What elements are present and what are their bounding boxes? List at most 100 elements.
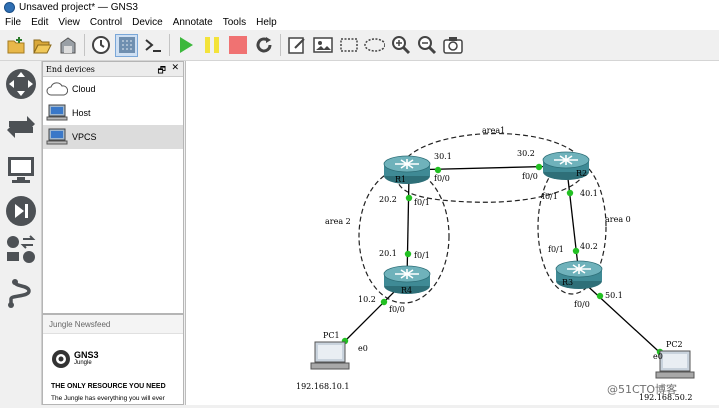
newsfeed-title: Jungle Newsfeed	[43, 315, 183, 334]
end-devices-icon[interactable]	[4, 153, 38, 187]
zoom-in-icon[interactable]	[389, 34, 412, 57]
link-status-dots	[341, 163, 664, 356]
link-dot	[572, 247, 580, 255]
jungle-newsfeed-panel: Jungle Newsfeed GNS3 Jungle THE ONLY RES…	[42, 314, 184, 405]
dock-close-button[interactable]: ✕	[171, 63, 179, 73]
new-project-icon[interactable]	[4, 34, 27, 57]
menu-edit[interactable]: Edit	[26, 17, 53, 28]
pc1-node-label: PC1	[323, 331, 340, 340]
pc1-node[interactable]	[310, 341, 350, 370]
menu-view[interactable]: View	[53, 17, 85, 28]
r1-r2-addr-b: 30.2	[517, 149, 535, 158]
r1-r2-port-b: f0/0	[522, 172, 538, 181]
all-devices-icon[interactable]	[4, 233, 38, 267]
draw-ellipse-icon[interactable]	[363, 34, 386, 57]
window-title: Unsaved project* — GNS3	[19, 2, 138, 13]
r1-r4-addr-a: 20.2	[379, 195, 397, 204]
r1-r2-addr-a: 30.1	[434, 152, 452, 161]
area2-label: area 2	[325, 217, 351, 226]
add-note-icon[interactable]	[285, 34, 308, 57]
r1-node-label: R1	[395, 175, 406, 184]
r2-r3-port-b: f0/1	[548, 245, 564, 254]
host-icon	[46, 103, 68, 123]
r2-r3-port-a: f0/1	[542, 192, 558, 201]
r1-r4-addr-b: 20.1	[379, 249, 397, 258]
menu-bar: File Edit View Control Device Annotate T…	[0, 15, 719, 30]
link-dot	[380, 298, 388, 306]
draw-rectangle-icon[interactable]	[337, 34, 360, 57]
link-r2-r3[interactable]	[566, 169, 580, 276]
link-dot	[405, 194, 413, 202]
zoom-out-icon[interactable]	[415, 34, 438, 57]
r4-pc1-port-b: e0	[358, 344, 368, 353]
r1-r2-port-a: f0/0	[434, 174, 450, 183]
r3-pc2-addr-a: 50.1	[605, 291, 623, 300]
menu-annotate[interactable]: Annotate	[168, 17, 218, 28]
r4-node-label: R4	[401, 286, 412, 295]
end-devices-dock: End devices 🗗 ✕ Cloud Host VPCS	[42, 61, 184, 314]
newsfeed-body: The Jungle has everything you will ever	[51, 395, 165, 402]
start-all-icon[interactable]	[174, 34, 197, 57]
toolbar-separator	[84, 34, 85, 56]
device-label: VPCS	[72, 132, 97, 142]
brand-name: GNS3	[74, 350, 99, 360]
device-label: Host	[72, 108, 91, 118]
device-item-host[interactable]: Host	[43, 101, 183, 125]
screenshot-icon[interactable]	[441, 34, 464, 57]
link-dot	[434, 166, 442, 174]
suspend-all-icon[interactable]	[200, 34, 223, 57]
device-type-sidebar	[0, 61, 42, 405]
insert-picture-icon[interactable]	[311, 34, 334, 57]
snapshot-clock-icon[interactable]	[89, 34, 112, 57]
r3-node-label: R3	[562, 278, 573, 287]
main-toolbar	[0, 30, 719, 61]
r2-r3-addr-b: 40.2	[580, 242, 598, 251]
r1-r4-port-a: f0/1	[414, 198, 430, 207]
link-r1-r4[interactable]	[406, 174, 410, 281]
pc1-ip-label: 192.168.10.1	[296, 382, 349, 391]
vpcs-icon	[46, 127, 68, 147]
dock-header: End devices 🗗 ✕	[43, 62, 183, 77]
link-dot	[404, 250, 412, 258]
menu-file[interactable]: File	[0, 17, 26, 28]
watermark-text: @51CTO博客	[607, 382, 677, 396]
open-project-icon[interactable]	[30, 34, 53, 57]
routers-icon[interactable]	[4, 67, 38, 101]
router-r1[interactable]	[383, 155, 431, 185]
menu-control[interactable]: Control	[85, 17, 127, 28]
security-devices-icon[interactable]	[4, 194, 38, 228]
link-dot	[596, 292, 604, 300]
console-all-icon[interactable]	[141, 34, 164, 57]
link-dot	[566, 189, 574, 197]
r4-pc1-port-a: f0/0	[389, 305, 405, 314]
area0-label: area 0	[605, 215, 631, 224]
gns3-jungle-logo: GNS3 Jungle	[51, 349, 99, 369]
menu-device[interactable]: Device	[127, 17, 168, 28]
toolbar-separator	[169, 34, 170, 56]
stop-all-icon[interactable]	[226, 34, 249, 57]
menu-tools[interactable]: Tools	[218, 17, 251, 28]
cloud-icon	[46, 79, 68, 99]
gns3-app-icon	[4, 2, 15, 13]
topology-svg: area1 area 2 area 0 R1 R2 R3 R4 PC1 PC2 …	[296, 126, 695, 402]
add-link-icon[interactable]	[4, 276, 38, 310]
device-item-cloud[interactable]: Cloud	[43, 77, 183, 101]
gns3-logo-icon	[52, 350, 70, 368]
r3-pc2-port-a: f0/0	[574, 300, 590, 309]
topology-canvas[interactable]: area1 area 2 area 0 R1 R2 R3 R4 PC1 PC2 …	[185, 61, 719, 405]
link-r3-pc2[interactable]	[580, 279, 669, 361]
r3-pc2-port-b: e0	[653, 352, 663, 361]
newsfeed-headline[interactable]: THE ONLY RESOURCE YOU NEED	[51, 383, 166, 390]
r2-r3-addr-a: 40.1	[580, 189, 598, 198]
r1-r4-port-b: f0/1	[414, 251, 430, 260]
menu-help[interactable]: Help	[251, 17, 282, 28]
reload-all-icon[interactable]	[252, 34, 275, 57]
dock-float-button[interactable]: 🗗	[158, 63, 166, 79]
show-interface-labels-icon[interactable]	[115, 33, 138, 57]
switches-icon[interactable]	[4, 109, 38, 143]
device-item-vpcs[interactable]: VPCS	[43, 125, 183, 149]
brand-sub: Jungle	[74, 360, 92, 366]
save-project-icon[interactable]	[56, 34, 79, 57]
area1-label: area1	[482, 126, 505, 135]
pc2-node-label: PC2	[666, 340, 683, 349]
